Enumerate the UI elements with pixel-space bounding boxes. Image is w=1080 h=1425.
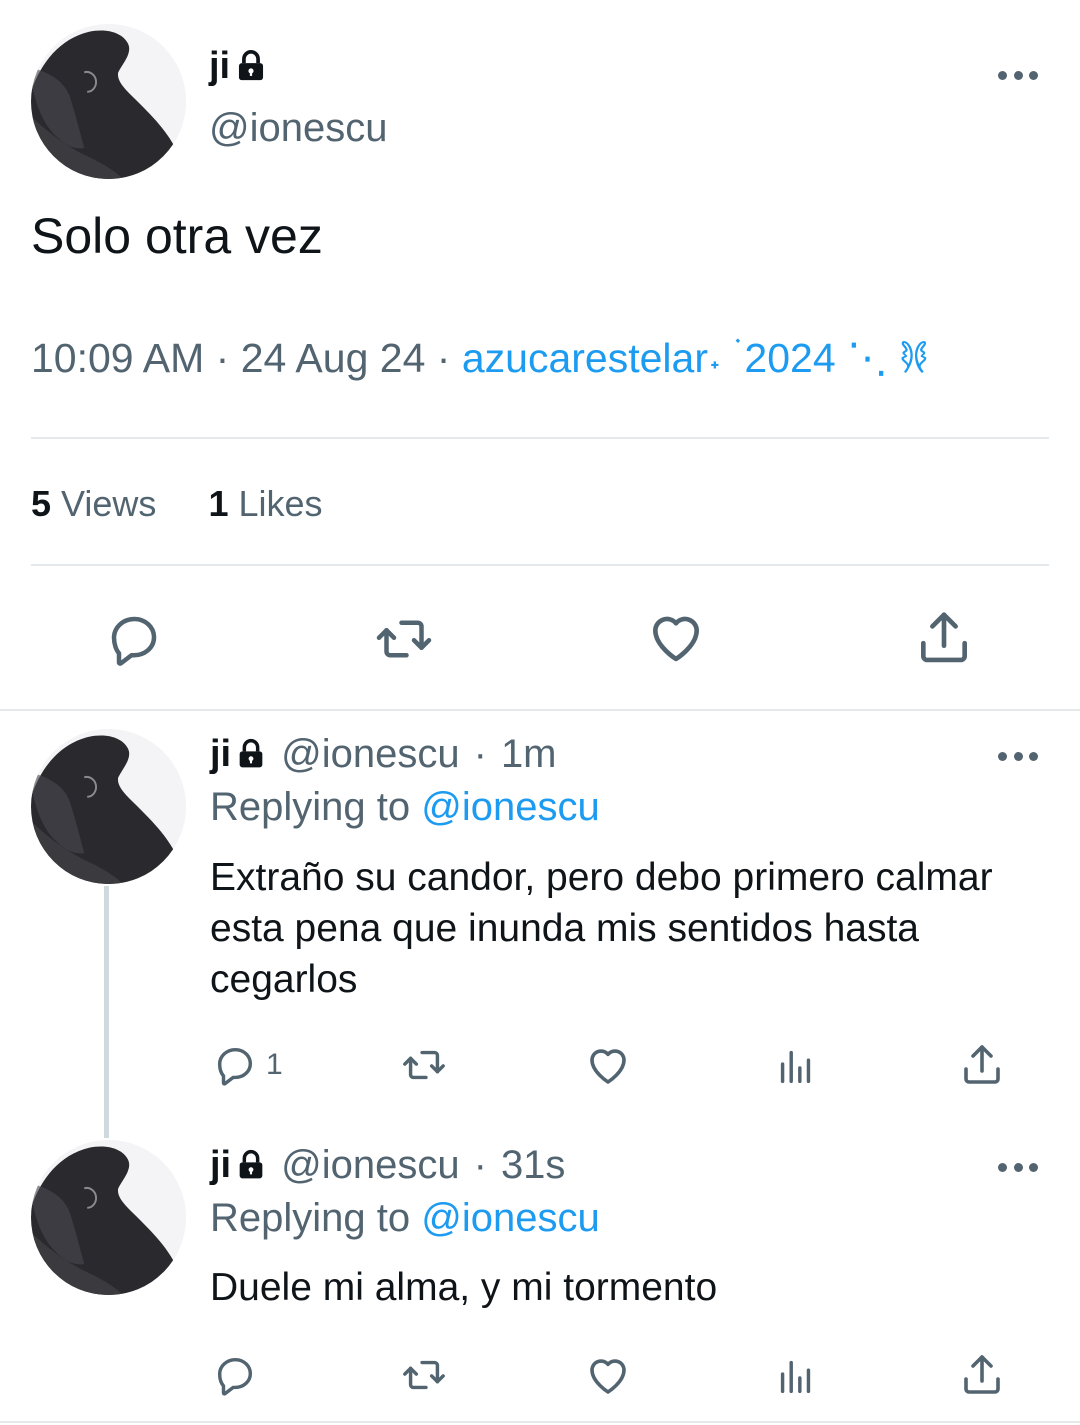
- retweet-icon[interactable]: [370, 609, 438, 669]
- tweet-text: Solo otra vez: [31, 208, 323, 264]
- reply-button[interactable]: 1: [212, 1042, 283, 1088]
- handle[interactable]: @ionescu: [281, 1140, 459, 1190]
- likes-stat[interactable]: 1 Likes: [208, 483, 322, 524]
- views-label: Views: [61, 483, 157, 524]
- reply-header: ji @ionescu · 31s: [210, 1140, 565, 1190]
- views-count: 5: [31, 483, 52, 524]
- display-name[interactable]: ji: [209, 44, 268, 88]
- lock-icon: [235, 1149, 267, 1181]
- reply-text: Duele mi alma, y mi tormento: [210, 1266, 718, 1309]
- share-icon[interactable]: [913, 607, 975, 669]
- mention-link[interactable]: @ionescu: [421, 1196, 599, 1240]
- lock-icon: [235, 738, 267, 770]
- mention-link[interactable]: @ionescu: [421, 785, 599, 829]
- divider: [31, 564, 1049, 566]
- replying-label: Replying to: [210, 785, 411, 829]
- dot-separator: ·: [473, 1143, 487, 1187]
- display-name-text: ji: [210, 1144, 232, 1186]
- avatar[interactable]: [31, 1140, 186, 1295]
- meta-separator: ·: [215, 335, 230, 381]
- tweet-time[interactable]: 10:09 AM: [31, 335, 204, 381]
- handle[interactable]: @ionescu: [281, 729, 459, 779]
- like-icon[interactable]: [584, 1041, 632, 1089]
- replying-to: Replying to @ionescu: [210, 1193, 600, 1243]
- lock-icon: [234, 49, 268, 83]
- share-icon[interactable]: [958, 1041, 1006, 1089]
- reply-header: ji @ionescu · 1m: [210, 729, 557, 779]
- views-icon[interactable]: [773, 1353, 819, 1399]
- reply-time[interactable]: 1m: [501, 729, 557, 779]
- display-name-text: ji: [210, 733, 232, 775]
- divider: [0, 1421, 1080, 1423]
- more-options-icon[interactable]: [998, 749, 1038, 763]
- reply-icon[interactable]: [104, 609, 164, 669]
- likes-label: Likes: [238, 483, 323, 524]
- share-icon[interactable]: [958, 1351, 1006, 1399]
- like-icon[interactable]: [584, 1351, 632, 1399]
- display-name[interactable]: ji: [210, 1140, 267, 1190]
- display-name-text: ji: [209, 45, 231, 87]
- likes-count: 1: [208, 483, 229, 524]
- more-options-icon[interactable]: [998, 1160, 1038, 1174]
- meta-separator: ·: [436, 335, 451, 381]
- avatar[interactable]: [31, 729, 186, 884]
- retweet-icon[interactable]: [398, 1352, 450, 1398]
- tweet-date[interactable]: 24 Aug 24: [241, 335, 426, 381]
- reply-icon[interactable]: [212, 1352, 258, 1398]
- handle[interactable]: @ionescu: [209, 106, 387, 150]
- divider: [31, 437, 1049, 439]
- tweet-meta: 10:09 AM · 24 Aug 24 · azucarestelar˖ ࣪ …: [31, 330, 928, 386]
- tweet-stats: 5 Views 1 Likes: [31, 480, 323, 528]
- replying-to: Replying to @ionescu: [210, 782, 600, 832]
- reply-count: 1: [266, 1048, 283, 1081]
- display-name[interactable]: ji: [210, 729, 267, 779]
- tweet-source-link[interactable]: azucarestelar˖ ࣪ 𐦍 ⋰ 2024: [462, 335, 929, 381]
- reply-icon: [212, 1042, 258, 1088]
- avatar[interactable]: [31, 24, 186, 179]
- reply-time[interactable]: 31s: [501, 1140, 566, 1190]
- reply-text: Extraño su candor, pero debo primero cal…: [210, 856, 993, 1001]
- like-icon[interactable]: [645, 606, 707, 668]
- views-stat[interactable]: 5 Views: [31, 483, 156, 524]
- retweet-icon[interactable]: [398, 1042, 450, 1088]
- divider: [0, 709, 1080, 711]
- dot-separator: ·: [473, 732, 487, 776]
- thread-connector: [104, 886, 109, 1138]
- more-options-icon[interactable]: [998, 68, 1038, 82]
- replying-label: Replying to: [210, 1196, 411, 1240]
- views-icon[interactable]: [773, 1043, 819, 1089]
